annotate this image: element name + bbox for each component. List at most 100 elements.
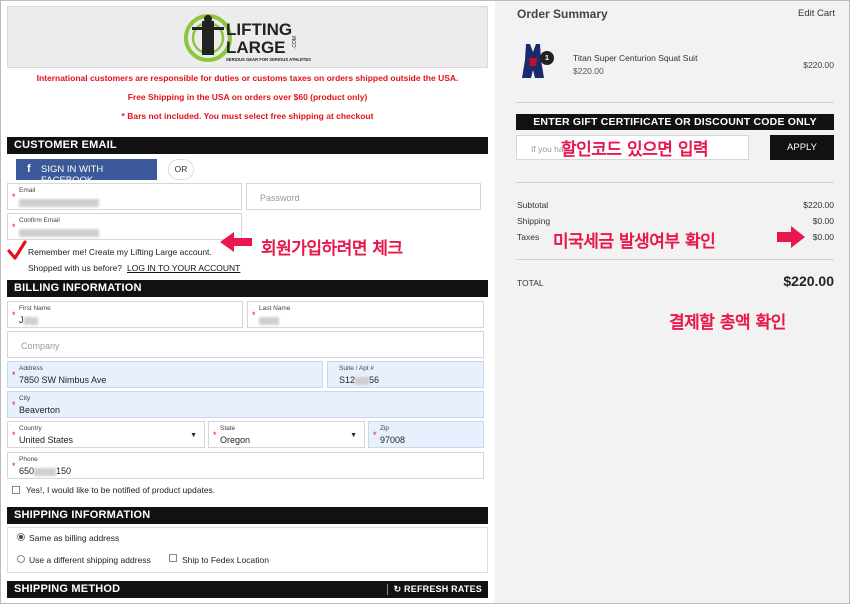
refresh-rates-label: REFRESH RATES	[404, 584, 482, 594]
login-link[interactable]: LOG IN TO YOUR ACCOUNT	[127, 263, 240, 273]
free-shipping-notice: Free Shipping in the USA on orders over …	[127, 92, 368, 102]
product-updates-text: Yes!, I would like to be notified of pro…	[26, 485, 216, 495]
facebook-signin-button[interactable]: f SIGN IN WITH FACEBOOK	[16, 159, 157, 186]
required-marker: *	[373, 430, 377, 440]
suite-value: S12 56	[339, 375, 380, 385]
subtotal-value: $220.00	[803, 200, 834, 210]
required-marker: *	[252, 310, 256, 320]
logo-tagline: SERIOUS GEAR FOR SERIOUS ATHLETES	[226, 57, 311, 62]
refresh-icon: ↻	[393, 584, 402, 594]
taxes-label: Taxes	[517, 232, 540, 242]
checkmark-icon[interactable]	[7, 239, 27, 261]
phone-label: Phone	[19, 456, 38, 463]
last-name-value	[259, 315, 279, 325]
dropdown-caret-icon: ▼	[190, 432, 197, 439]
zip-label: Zip	[380, 425, 390, 432]
confirm-email-field[interactable]: * Confirm Email	[7, 213, 242, 240]
logo-com: .COM	[292, 36, 298, 49]
address-value: 7850 SW Nimbus Ave	[19, 375, 107, 385]
discount-code-annotation: 할인코드 있으면 입력	[561, 140, 709, 160]
taxes-value: $0.00	[812, 232, 834, 242]
email-label: Email	[19, 187, 36, 194]
total-label: TOTAL	[517, 278, 544, 288]
address-field[interactable]: * Address 7850 SW Nimbus Ave	[7, 361, 323, 388]
last-name-label: Last Name	[259, 305, 291, 312]
shipping-method-title: SHIPPING METHOD	[14, 583, 121, 595]
shopped-before-text: Shopped with us before?	[28, 263, 123, 273]
dropdown-caret-icon: ▼	[350, 432, 357, 439]
divider	[516, 182, 834, 183]
phone-field[interactable]: * Phone 650 150	[7, 452, 484, 479]
required-marker: *	[12, 310, 16, 320]
apply-button[interactable]: APPLY	[770, 135, 834, 160]
different-address-label: Use a different shipping address	[29, 555, 151, 565]
shipping-label: Shipping	[517, 216, 551, 226]
shipping-value: $0.00	[812, 216, 834, 226]
product-updates-checkbox[interactable]	[12, 486, 20, 494]
total-value: $220.00	[783, 273, 834, 289]
required-marker: *	[12, 461, 16, 471]
arrow-right-icon	[777, 226, 805, 248]
logo-banner: LIFTING LARGE .COM SERIOUS GEAR FOR SERI…	[7, 6, 488, 68]
fedex-label: Ship to Fedex Location	[182, 555, 269, 565]
country-value: United States	[19, 435, 74, 445]
country-label: Country	[19, 425, 42, 432]
address-label: Address	[19, 365, 43, 372]
state-select[interactable]: * State Oregon ▼	[208, 421, 365, 448]
quantity-badge: 1	[540, 51, 554, 65]
customer-email-header: CUSTOMER EMAIL	[7, 137, 488, 154]
product-name: Titan Super Centurion Squat Suit	[573, 53, 698, 63]
country-select[interactable]: * Country United States ▼	[7, 421, 205, 448]
product-unit-price: $220.00	[573, 66, 604, 76]
shipping-information-header: SHIPPING INFORMATION	[7, 507, 488, 524]
first-name-value: J	[19, 315, 38, 325]
state-value: Oregon	[220, 435, 251, 445]
refresh-rates-button[interactable]: ↻ REFRESH RATES	[386, 584, 482, 595]
email-field[interactable]: * Email	[7, 183, 242, 210]
logo-line2: LARGE	[226, 38, 286, 57]
facebook-icon: f	[27, 163, 31, 175]
same-as-billing-label: Same as billing address	[29, 533, 120, 543]
us-tax-annotation: 미국세금 발생여부 확인	[553, 232, 716, 252]
phone-value: 650 150	[19, 466, 72, 476]
zip-value: 97008	[380, 435, 406, 445]
edit-cart-link[interactable]: Edit Cart	[798, 8, 835, 19]
billing-information-header: BILLING INFORMATION	[7, 280, 488, 297]
product-line-total: $220.00	[803, 60, 834, 70]
first-name-field[interactable]: * First Name J	[7, 301, 243, 328]
suite-label: Suite / Apt #	[339, 365, 375, 372]
fedex-checkbox[interactable]	[169, 554, 177, 562]
subtotal-label: Subtotal	[517, 200, 549, 210]
city-value: Beaverton	[19, 405, 61, 415]
required-marker: *	[213, 430, 217, 440]
checkout-form-column: LIFTING LARGE .COM SERIOUS GEAR FOR SERI…	[1, 1, 494, 603]
required-marker: *	[12, 222, 16, 232]
divider	[516, 102, 834, 103]
order-summary-panel: Order Summary Edit Cart 1 Titan Super Ce…	[495, 1, 849, 603]
bars-notice: * Bars not included. You must select fre…	[121, 111, 374, 121]
password-field[interactable]: Password	[246, 183, 481, 210]
order-summary-title: Order Summary	[517, 7, 608, 21]
required-marker: *	[12, 192, 16, 202]
suite-field[interactable]: Suite / Apt # S12 56	[327, 361, 484, 388]
total-check-annotation: 결제할 총액 확인	[669, 313, 786, 333]
company-field[interactable]: Company	[7, 331, 484, 358]
required-marker: *	[12, 430, 16, 440]
email-value	[19, 197, 99, 207]
first-name-label: First Name	[19, 305, 51, 312]
zip-field[interactable]: * Zip 97008	[368, 421, 484, 448]
required-marker: *	[12, 370, 16, 380]
arrow-left-icon	[220, 232, 252, 252]
remember-me-text: Remember me! Create my Lifting Large acc…	[28, 247, 212, 257]
last-name-field[interactable]: * Last Name	[247, 301, 484, 328]
confirm-email-label: Confirm Email	[19, 217, 60, 224]
password-placeholder: Password	[260, 193, 300, 203]
international-notice: International customers are responsible …	[36, 73, 459, 83]
city-field[interactable]: * City Beaverton	[7, 391, 484, 418]
lifting-large-logo: LIFTING LARGE .COM SERIOUS GEAR FOR SERI…	[184, 14, 311, 62]
different-address-radio[interactable]	[17, 555, 25, 563]
or-separator: OR	[168, 159, 194, 180]
same-as-billing-radio[interactable]	[17, 533, 25, 541]
gift-certificate-header: ENTER GIFT CERTIFICATE OR DISCOUNT CODE …	[516, 114, 834, 130]
state-label: State	[220, 425, 236, 432]
